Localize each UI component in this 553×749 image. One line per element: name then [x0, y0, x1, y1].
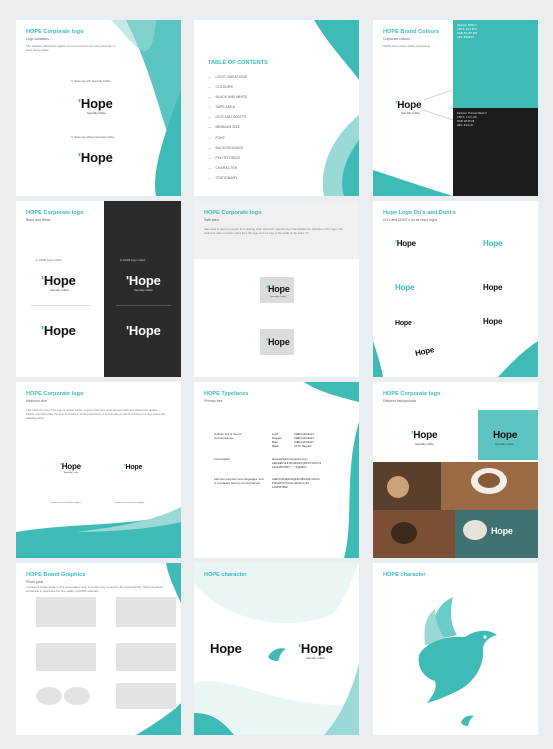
font-row-spec: AaBbCcDdEeFfGgHhIiJjKkLlMmNnOo PpQqRrSsT… — [272, 477, 320, 489]
page-title: HOPE character — [204, 572, 247, 578]
toc-item[interactable]: SAFE AREA — [208, 102, 247, 112]
toc-item[interactable]: BACKGROUNDS — [208, 143, 247, 153]
teal-wave-decoration — [373, 341, 538, 377]
page-character-bird[interactable]: HOPE character — [373, 563, 538, 735]
logo-tagline: Specialty Coffee — [50, 289, 69, 292]
teal-wave-decoration — [373, 170, 453, 196]
toc-item[interactable]: LOGO VARIATIONS — [208, 72, 248, 82]
coffee-crema — [478, 473, 500, 488]
page-backgrounds[interactable]: HOPE Corporate logo Different background… — [373, 382, 538, 558]
font-row-spec: AaBbCcDdEeFf AaBbCcDdEeFf AaBbCcDdEeFf L… — [294, 432, 314, 448]
grid-example — [116, 643, 176, 671]
divider — [31, 305, 91, 306]
hope-logo: Hope — [210, 641, 242, 656]
page-description: Consistent image design in the presentat… — [26, 585, 164, 593]
coffee-photo: Hope — [455, 510, 538, 558]
page-subtitle: Safe area — [204, 218, 219, 222]
hope-logo-no-tagline: 'Hope — [41, 323, 76, 338]
toc-item[interactable]: COLOURS — [208, 82, 247, 92]
toc-title: TABLE OF CONTENTS — [208, 60, 268, 66]
page-dos-and-donts[interactable]: Hope Logo Do's and Dont's DO's and DONT'… — [373, 201, 538, 377]
toc-item[interactable]: MINIMUM SIZE — [208, 122, 247, 132]
page-subtitle: Primary font — [204, 399, 223, 403]
grid-example-circle — [64, 687, 90, 705]
page-subtitle: Logo variations — [26, 37, 49, 41]
logo-tagline: Specialty Coffee — [495, 443, 514, 446]
logo-tagline: Specialty Coffee — [306, 657, 325, 660]
bird-mini-icon — [461, 715, 474, 726]
bird-character-icon — [418, 597, 497, 703]
label-with-tagline: In Hope logo with Specialty Coffee — [71, 80, 111, 83]
page-description: The variation without the tagline can be… — [26, 44, 115, 52]
page-black-and-white[interactable]: HOPE Corporate logo Black and White In H… — [16, 201, 181, 377]
page-title: HOPE Corporate logo — [26, 29, 84, 35]
coffee-cup — [463, 520, 487, 540]
logo-tagline: Specialty Coffee — [87, 112, 106, 115]
toc-item[interactable]: STATIONARY — [208, 173, 247, 183]
label-without-tagline: In Hope logo without Specialty Coffee — [71, 136, 115, 139]
grid-example — [116, 683, 176, 709]
label-logo-white: In HOPE logo in white — [36, 259, 62, 262]
page-title: HOPE Corporate logo — [26, 210, 84, 216]
grid-example-circle — [36, 687, 62, 705]
font-row-label: Lato font supports more languages, and i… — [214, 477, 264, 485]
hope-logo: 'Hope — [78, 96, 113, 111]
coffee-cup — [391, 522, 417, 544]
logo-tagline: Specialty Coffee — [134, 289, 153, 292]
page-subtitle: Photo grids — [26, 580, 44, 584]
font-row-label: Gotham font is free for commercial use — [214, 432, 242, 440]
label-logo-black: In HOPE logo in black — [120, 259, 146, 262]
page-description: Safe area is used to prevent from placin… — [204, 227, 343, 235]
divider — [116, 305, 171, 306]
hope-logo: 'Hope — [41, 273, 76, 288]
toc-item[interactable]: PHOTO GRIDS — [208, 153, 247, 163]
bird-character-icon — [268, 648, 286, 661]
page-safe-area[interactable]: HOPE Corporate logo Safe area Safe area … — [194, 201, 359, 377]
toc-item[interactable]: FONT — [208, 133, 247, 143]
page-character-logo[interactable]: HOPE character Hope 'Hope Specialty Coff… — [194, 563, 359, 735]
coffee-photo — [373, 462, 441, 510]
page-minimum-size[interactable]: HOPE Corporate logo Minimum size The min… — [16, 382, 181, 558]
page-brand-colours[interactable]: HOPE Brand Colours Corporate colours HOP… — [373, 20, 538, 196]
logo-tagline: Specialty Coffee — [270, 296, 286, 298]
hope-logo-on-photo: Hope — [491, 526, 513, 536]
page-photo-grids[interactable]: HOPE Brand Graphics Photo grids Consiste… — [16, 563, 181, 735]
teal-wave-decoration — [16, 507, 181, 558]
coffee-photo — [441, 462, 538, 510]
coffee-photo — [373, 510, 455, 558]
font-row-spec: abcdefghijklmnopqrstuvwxyz ABCDEFGHIJKLM… — [272, 457, 322, 469]
hope-logo-white: 'Hope — [126, 273, 161, 288]
page-logo-variations[interactable]: HOPE Corporate logo Logo variations The … — [16, 20, 181, 196]
toc-item[interactable]: CHARACTER — [208, 163, 247, 173]
page-title: HOPE character — [383, 572, 426, 578]
grid-example — [116, 597, 176, 627]
hope-logo-on-teal: Hope — [493, 430, 518, 441]
font-row-name: Light Regular Bold Black — [272, 432, 282, 448]
hope-logo-no-tagline: 'Hope — [78, 150, 113, 165]
page-subtitle: Different backgrounds — [383, 399, 417, 403]
brand-guidelines-grid: HOPE Corporate logo Logo variations The … — [0, 0, 553, 749]
toc-item[interactable]: BLACK AND WHITE — [208, 92, 248, 102]
page-title: HOPE Corporate logo — [383, 391, 441, 397]
page-typefaces[interactable]: HOPE Typefaces Primary font Gotham font … — [194, 382, 359, 558]
logo-tagline: Specialty Coffee — [415, 443, 434, 446]
hope-logo-with-tagline: 'Hope — [298, 641, 333, 656]
hope-logo: 'Hope — [411, 430, 438, 441]
hope-logo: 'Hope — [266, 284, 290, 294]
font-row-label: Font weights — [214, 457, 230, 461]
toc-list: LOGO VARIATIONS COLOURS BLACK AND WHITE … — [208, 72, 248, 183]
page-subtitle: Black and White — [26, 218, 51, 222]
grid-example — [36, 643, 96, 671]
grid-example — [36, 597, 96, 627]
hope-logo-no-tagline: 'Hope — [266, 337, 290, 347]
toc-item[interactable]: DO'S AND DON'T'S — [208, 112, 247, 122]
coffee-cup — [387, 476, 409, 498]
page-title: HOPE Typefaces — [204, 391, 249, 397]
page-title: HOPE Brand Graphics — [26, 572, 86, 578]
page-title: HOPE Corporate logo — [204, 210, 262, 216]
page-table-of-contents[interactable]: TABLE OF CONTENTS LOGO VARIATIONS COLOUR… — [194, 20, 359, 196]
hope-logo-white-no-tagline: 'Hope — [126, 323, 161, 338]
teal-wave-decoration — [304, 382, 359, 558]
